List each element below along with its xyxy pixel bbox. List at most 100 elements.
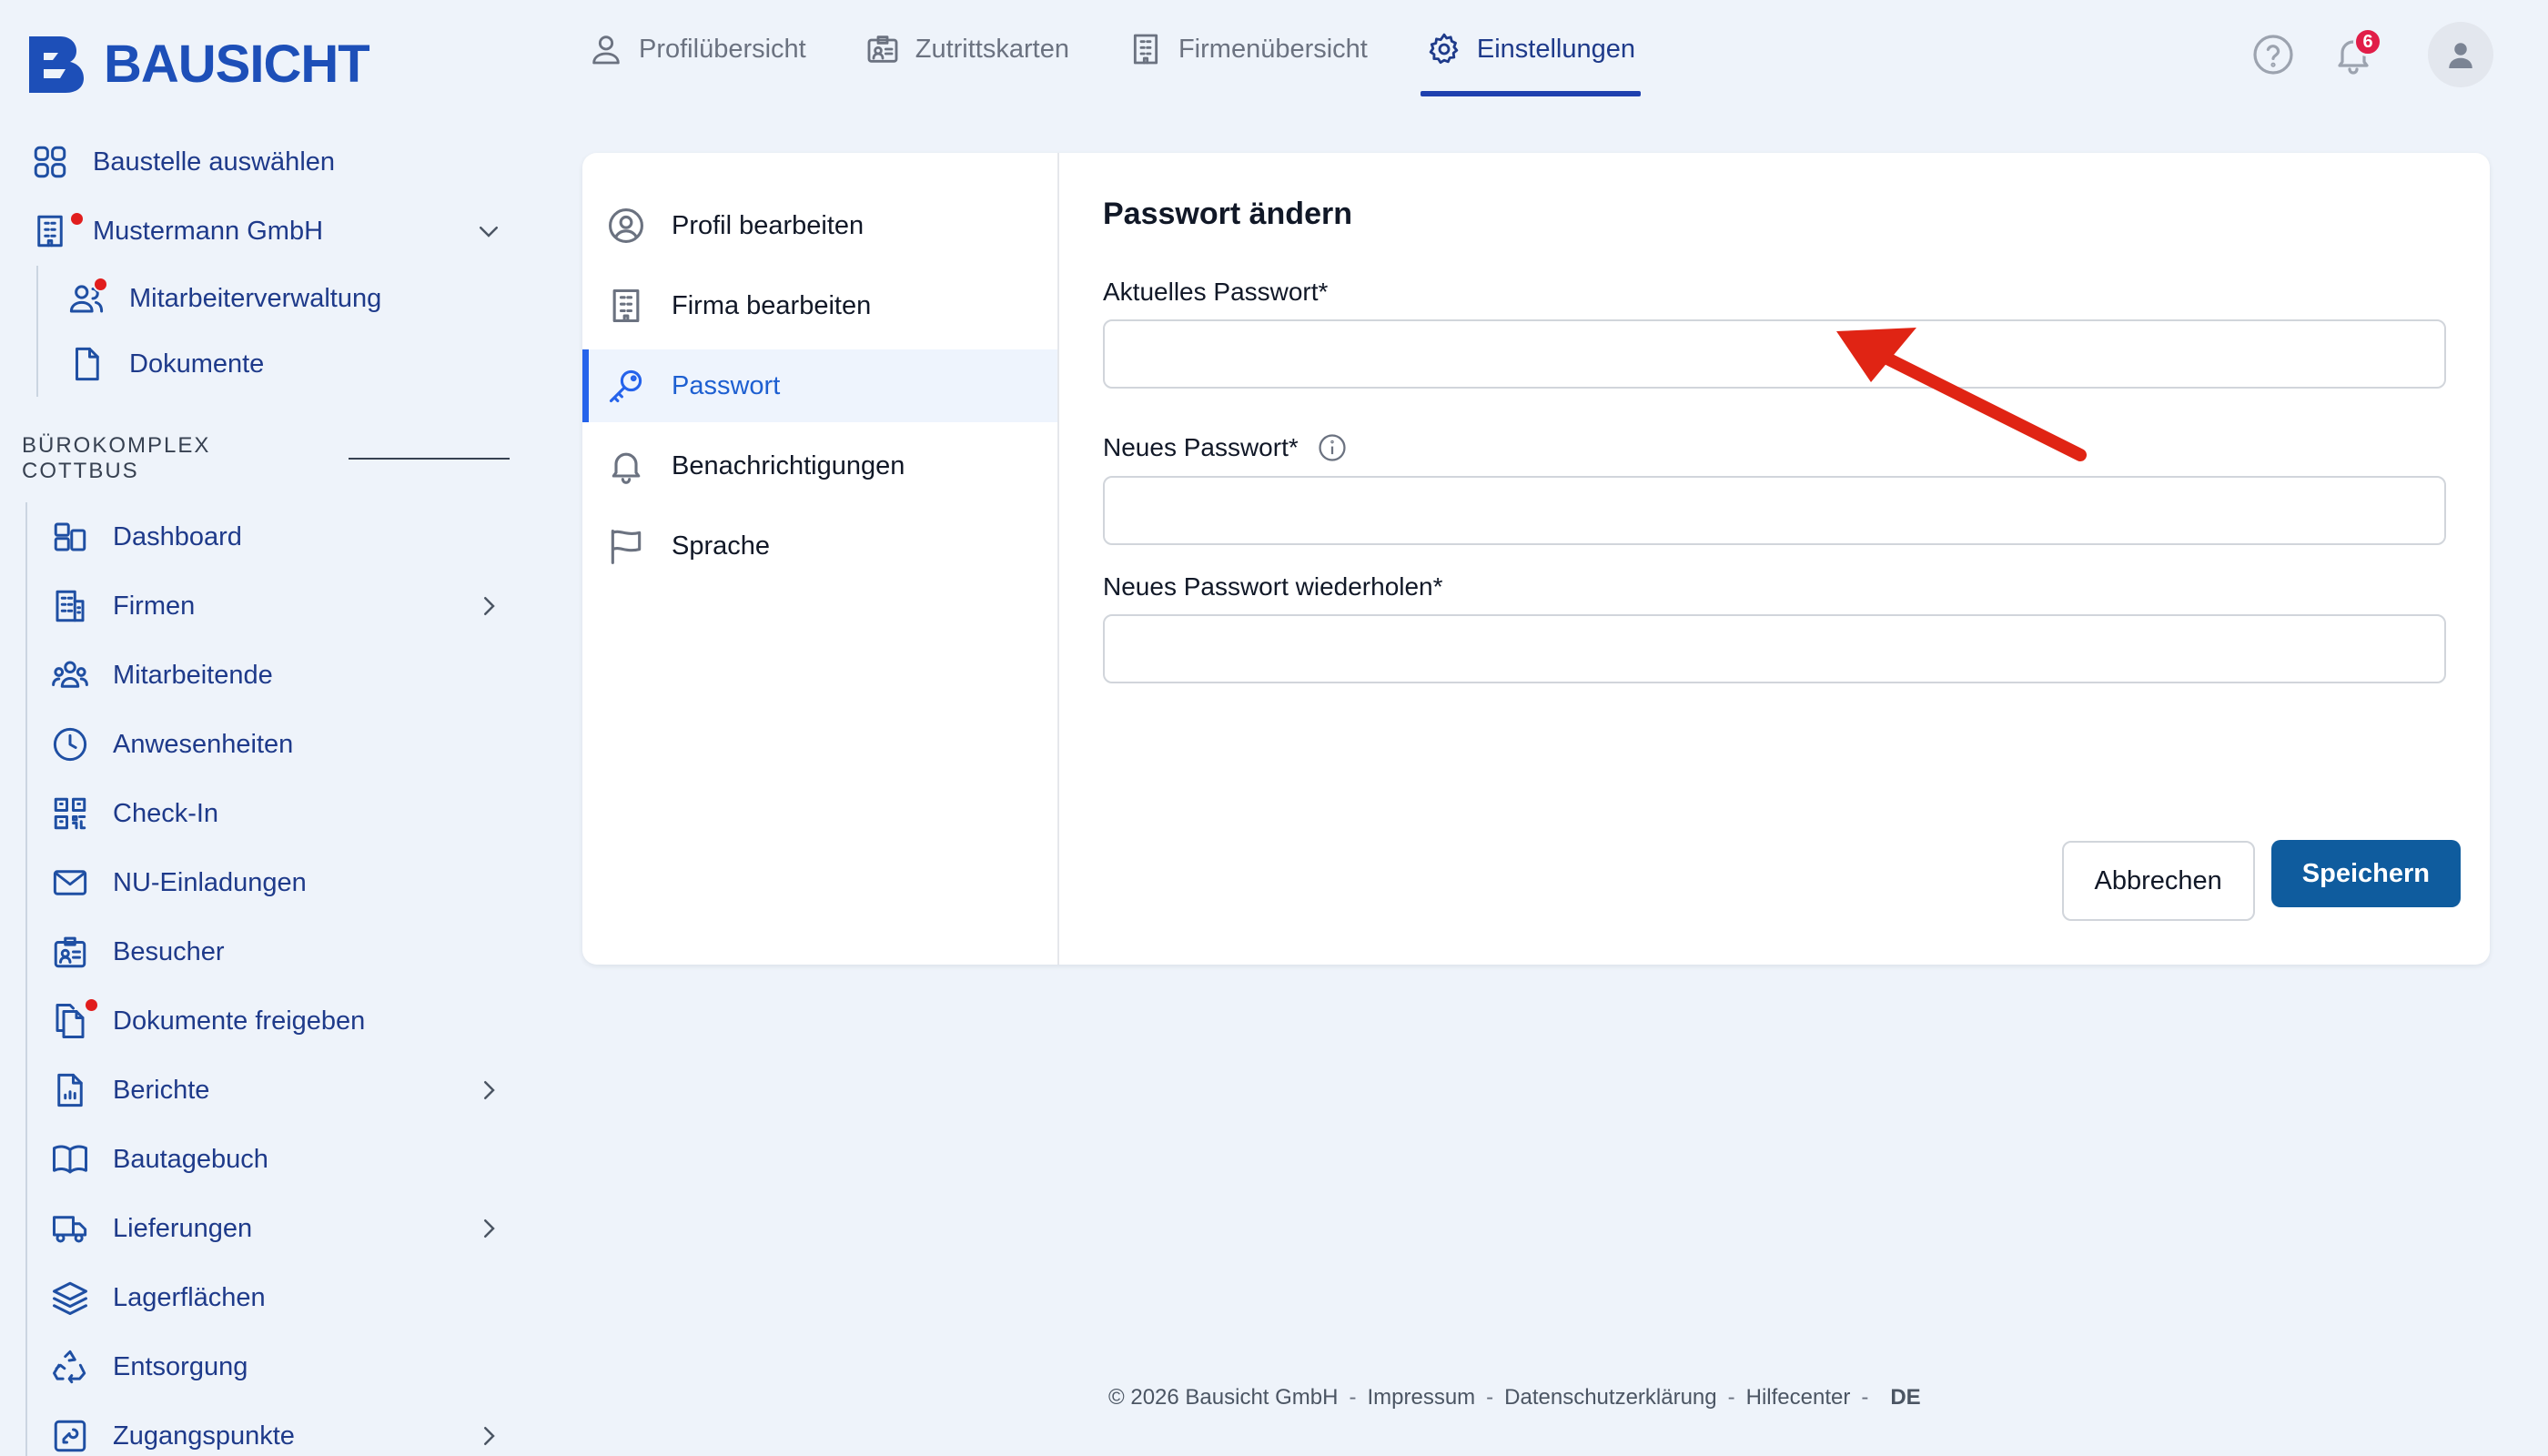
sidebar-top-group: Baustelle auswählen Mustermann GmbH: [0, 127, 510, 266]
copyright: © 2026 Bausicht GmbH: [1108, 1385, 1339, 1410]
mail-icon: [53, 870, 87, 895]
tab-profile-overview[interactable]: Profilübersicht: [582, 0, 812, 98]
sidebar-item-reports[interactable]: Berichte: [51, 1056, 510, 1125]
sidebar-item-label: Lagerflächen: [113, 1282, 266, 1312]
truck-icon: [53, 1216, 87, 1243]
separator: -: [1349, 1385, 1357, 1410]
notifications-button[interactable]: 6: [2330, 27, 2382, 78]
tab-settings[interactable]: Einstellungen: [1420, 0, 1642, 98]
info-icon[interactable]: [1317, 432, 1348, 463]
repeat-password-field[interactable]: [1103, 614, 2446, 683]
privacy-link[interactable]: Datenschutzerklärung: [1504, 1385, 1716, 1410]
chevron-right-icon[interactable]: [475, 592, 502, 620]
form-title: Passwort ändern: [1103, 197, 1352, 231]
annotation-arrow-icon: [1836, 328, 2087, 461]
key-icon: [609, 369, 642, 403]
flag-icon: [611, 529, 642, 564]
sidebar-item-label: Mitarbeitende: [113, 660, 273, 690]
settings-item-password[interactable]: Passwort: [582, 349, 1057, 422]
id-card-icon: [867, 35, 898, 63]
help-center-link[interactable]: Hilfecenter: [1746, 1385, 1851, 1410]
sidebar-item-label: NU-Einladungen: [113, 867, 307, 897]
separator: -: [1861, 1385, 1869, 1410]
tab-company-overview[interactable]: Firmenübersicht: [1122, 0, 1373, 98]
separator: -: [1727, 1385, 1735, 1410]
password-form: Passwort ändern Aktuelles Passwort* Neue…: [1059, 153, 2490, 965]
avatar[interactable]: [2428, 22, 2493, 87]
sidebar-item-employee-management[interactable]: Mitarbeiterverwaltung: [67, 266, 510, 331]
sidebar-item-label: Entsorgung: [113, 1351, 248, 1381]
divider: [348, 458, 510, 460]
sidebar-item-check-in[interactable]: Check-In: [51, 779, 510, 848]
sidebar-item-staff[interactable]: Mitarbeitende: [51, 641, 510, 710]
sidebar-item-access-points[interactable]: Zugangspunkte: [51, 1401, 510, 1456]
sidebar-item-label: Mustermann GmbH: [93, 216, 324, 246]
sidebar-item-companies[interactable]: Firmen: [51, 571, 510, 641]
repeat-password-label: Neues Passwort wiederholen*: [1103, 572, 2446, 602]
chevron-right-icon[interactable]: [475, 1077, 502, 1104]
language-switch[interactable]: DE: [1890, 1385, 1920, 1410]
settings-item-language[interactable]: Sprache: [582, 510, 1057, 582]
sidebar-item-storage-areas[interactable]: Lagerflächen: [51, 1263, 510, 1332]
settings-item-notifications[interactable]: Benachrichtigungen: [582, 430, 1057, 502]
layers-icon: [53, 1281, 87, 1315]
chevron-right-icon[interactable]: [475, 1422, 502, 1450]
chevron-down-icon[interactable]: [475, 217, 502, 245]
label-text: Neues Passwort wiederholen*: [1103, 572, 1443, 601]
current-password-label: Aktuelles Passwort*: [1103, 278, 2446, 307]
sidebar-item-company[interactable]: Mustermann GmbH: [31, 197, 510, 266]
sidebar-item-deliveries[interactable]: Lieferungen: [51, 1194, 510, 1263]
sidebar-item-construction-diary[interactable]: Bautagebuch: [51, 1125, 510, 1194]
imprint-link[interactable]: Impressum: [1367, 1385, 1475, 1410]
settings-item-label: Profil bearbeiten: [672, 210, 864, 240]
bausicht-logo-icon: [29, 36, 84, 93]
sidebar-item-label: Bautagebuch: [113, 1144, 268, 1174]
settings-card: Profil bearbeiten Firma bearbeiten Passw…: [582, 153, 2490, 965]
sidebar-item-release-documents[interactable]: Dokumente freigeben: [51, 986, 510, 1056]
new-password-field[interactable]: [1103, 476, 2446, 545]
book-icon: [53, 1145, 87, 1174]
alert-dot: [69, 211, 85, 227]
new-password-label: Neues Passwort*: [1103, 432, 2446, 463]
building-icon: [37, 215, 63, 248]
sidebar-item-documents[interactable]: Dokumente: [67, 331, 510, 397]
label-text: Aktuelles Passwort*: [1103, 278, 1329, 306]
settings-item-edit-company[interactable]: Firma bearbeiten: [582, 269, 1057, 342]
label-text: Neues Passwort*: [1103, 433, 1299, 461]
building-icon: [1133, 34, 1158, 65]
sidebar-item-label: Dashboard: [113, 521, 242, 551]
alert-dot: [93, 277, 108, 292]
user-circle-icon: [609, 208, 643, 243]
sidebar-item-attendance[interactable]: Anwesenheiten: [51, 710, 510, 779]
sidebar-item-dashboard[interactable]: Dashboard: [51, 502, 510, 571]
report-icon: [57, 1073, 83, 1107]
settings-menu: Profil bearbeiten Firma bearbeiten Passw…: [582, 153, 1059, 965]
brand-logo[interactable]: BAUSICHT: [25, 33, 370, 95]
sidebar-item-sub-invitations[interactable]: NU-Einladungen: [51, 848, 510, 917]
sidebar-item-label: Zugangspunkte: [113, 1421, 295, 1451]
sidebar-item-label: Besucher: [113, 936, 225, 966]
sidebar-item-disposal[interactable]: Entsorgung: [51, 1332, 510, 1401]
dashboard-icon: [54, 522, 86, 551]
save-button[interactable]: Speichern: [2270, 840, 2461, 907]
current-password-field[interactable]: [1103, 319, 2446, 389]
user-avatar-icon: [2449, 43, 2472, 68]
building-icon: [612, 288, 640, 323]
sidebar-item-visitors[interactable]: Besucher: [51, 917, 510, 986]
section-title: BÜROKOMPLEX COTTBUS: [22, 433, 211, 483]
separator: -: [1486, 1385, 1494, 1410]
tab-label: Profilübersicht: [639, 34, 806, 64]
tab-label: Einstellungen: [1476, 34, 1636, 64]
chevron-right-icon[interactable]: [475, 1215, 502, 1242]
grid-icon: [34, 146, 66, 178]
sidebar-item-label: Dokumente freigeben: [113, 1006, 366, 1036]
settings-item-edit-profile[interactable]: Profil bearbeiten: [582, 189, 1057, 262]
sidebar-item-select-site[interactable]: Baustelle auswählen: [31, 127, 510, 197]
document-icon: [76, 347, 99, 381]
settings-item-label: Sprache: [672, 531, 771, 561]
sidebar-item-label: Mitarbeiterverwaltung: [129, 283, 382, 313]
settings-item-label: Benachrichtigungen: [672, 450, 905, 480]
cancel-button[interactable]: Abbrechen: [2061, 841, 2255, 921]
tab-access-cards[interactable]: Zutrittskarten: [859, 0, 1075, 98]
help-button[interactable]: [2250, 31, 2297, 78]
